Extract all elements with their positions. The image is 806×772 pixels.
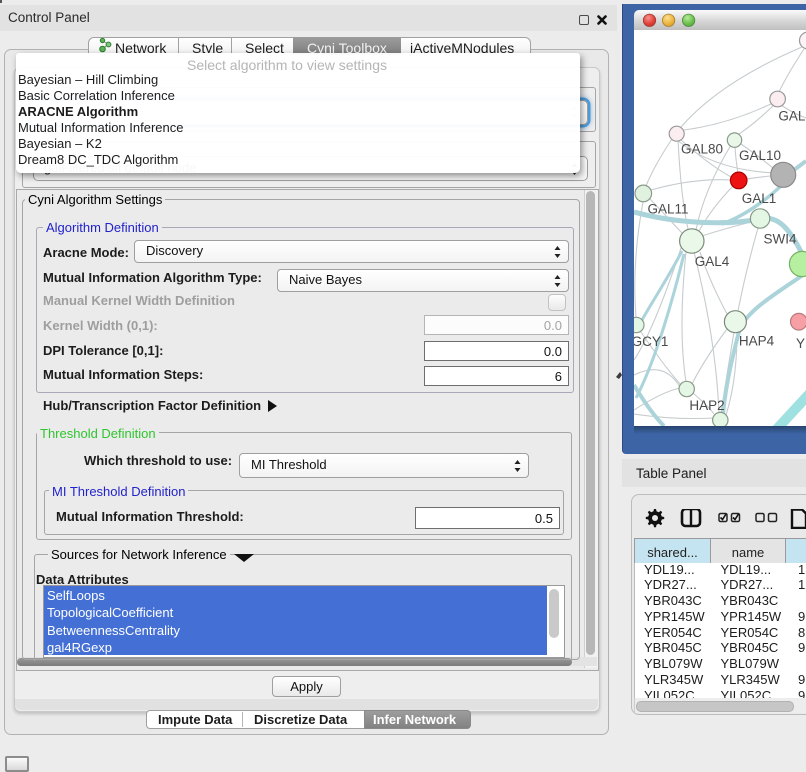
svg-text:YE: YE [796,336,806,351]
svg-text:GAL1: GAL1 [742,191,777,206]
svg-text:GAL10: GAL10 [739,148,781,163]
svg-text:GAL4: GAL4 [695,254,730,269]
svg-text:GCY1: GCY1 [634,334,668,349]
svg-text:HAP2: HAP2 [689,398,724,413]
svg-text:GAL80: GAL80 [681,142,723,157]
svg-text:SWI4: SWI4 [763,232,796,247]
svg-text:HAP4: HAP4 [739,334,775,349]
svg-text:GAL7: GAL7 [778,109,806,124]
svg-text:GAL11: GAL11 [647,202,688,217]
